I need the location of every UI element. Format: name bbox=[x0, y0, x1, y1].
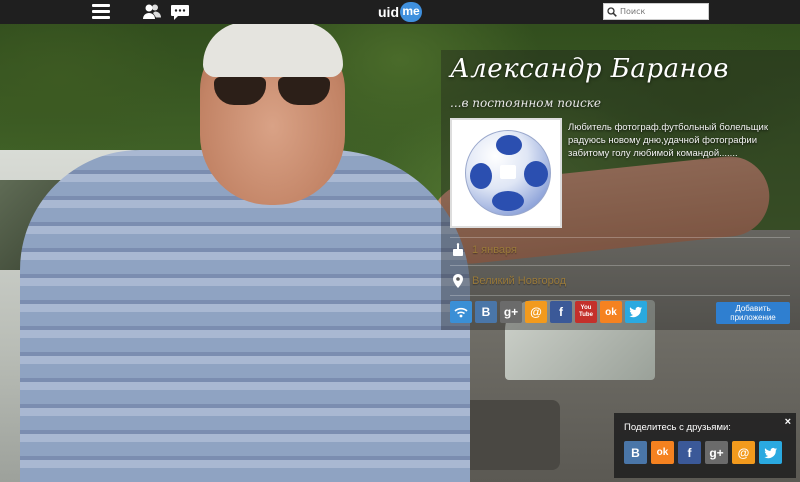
social-links: В g+ @ f You Tube ok bbox=[450, 301, 650, 323]
facebook-icon[interactable]: f bbox=[550, 301, 572, 323]
search-icon bbox=[607, 6, 617, 17]
football-image bbox=[465, 130, 551, 216]
avatar[interactable] bbox=[450, 118, 562, 228]
share-title: Поделитесь с друзьями: bbox=[624, 422, 731, 433]
chat-icon[interactable] bbox=[170, 3, 190, 21]
search-input[interactable] bbox=[620, 7, 706, 16]
profile-name: Александр Баранов bbox=[450, 54, 729, 84]
share-widget: Поделитесь с друзьями: × В ok f g+ @ bbox=[614, 413, 796, 478]
divider bbox=[450, 295, 790, 296]
youtube-icon[interactable]: You Tube bbox=[575, 301, 597, 323]
logo-badge: me bbox=[400, 2, 422, 22]
logo-text: uid bbox=[378, 4, 399, 20]
birthday-text: 1 января bbox=[472, 244, 517, 256]
twitter-icon[interactable] bbox=[625, 301, 647, 323]
share-odnoklassniki-button[interactable]: ok bbox=[651, 441, 674, 464]
rss-icon[interactable] bbox=[450, 301, 472, 323]
close-icon[interactable]: × bbox=[785, 416, 791, 428]
share-gplus-button[interactable]: g+ bbox=[705, 441, 728, 464]
divider bbox=[450, 237, 790, 238]
site-logo[interactable]: uid me bbox=[378, 2, 422, 22]
profile-status: ...в постоянном поиске bbox=[450, 96, 601, 110]
add-app-button[interactable]: Добавить приложение bbox=[716, 302, 790, 324]
odnoklassniki-icon[interactable]: ok bbox=[600, 301, 622, 323]
friends-icon[interactable] bbox=[142, 3, 162, 21]
mail-icon[interactable]: @ bbox=[525, 301, 547, 323]
location-pin-icon bbox=[453, 274, 463, 288]
divider bbox=[450, 265, 790, 266]
gplus-icon[interactable]: g+ bbox=[500, 301, 522, 323]
cake-icon bbox=[453, 243, 463, 256]
share-twitter-button[interactable] bbox=[759, 441, 782, 464]
location-row: Великий Новгород bbox=[452, 274, 566, 288]
share-vk-button[interactable]: В bbox=[624, 441, 647, 464]
share-facebook-button[interactable]: f bbox=[678, 441, 701, 464]
menu-icon[interactable] bbox=[92, 4, 110, 19]
birthday-row: 1 января bbox=[452, 243, 517, 257]
location-link[interactable]: Великий Новгород bbox=[472, 275, 566, 287]
twitter-icon bbox=[763, 447, 777, 458]
search-box[interactable] bbox=[603, 3, 709, 20]
profile-about: Любитель фотограф.футбольный болельщик р… bbox=[568, 122, 768, 159]
top-bar: uid me bbox=[0, 0, 800, 24]
vk-icon[interactable]: В bbox=[475, 301, 497, 323]
share-buttons: В ok f g+ @ bbox=[624, 441, 786, 464]
share-mail-button[interactable]: @ bbox=[732, 441, 755, 464]
